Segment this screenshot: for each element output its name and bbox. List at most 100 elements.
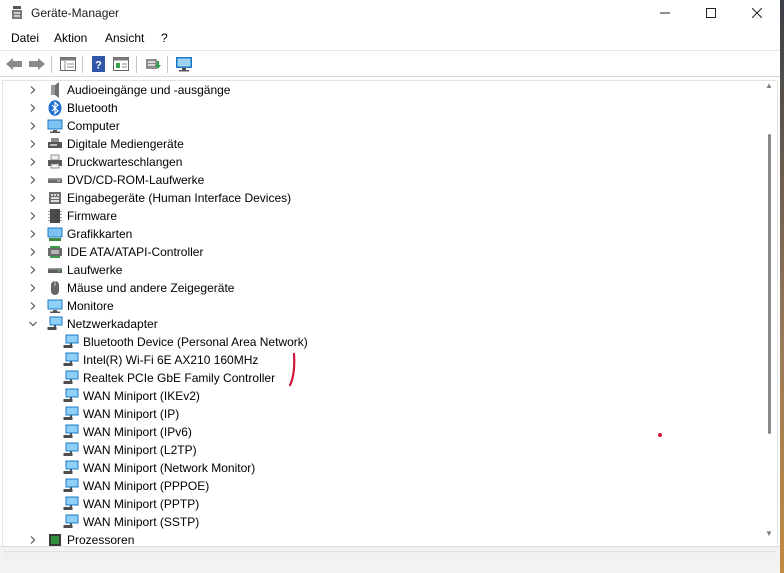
properties-view-icon <box>60 57 76 71</box>
chevron-right-icon[interactable] <box>27 243 39 261</box>
toolbar-separator <box>167 56 168 73</box>
tree-device-intel-r-wi-fi-6e-ax210-160mhz[interactable]: Intel(R) Wi-Fi 6E AX210 160MHz <box>46 351 258 369</box>
tree-category-audioeingänge-und-ausgänge[interactable]: Audioeingänge und -ausgänge <box>27 81 230 99</box>
tree-category-digitale-mediengeräte[interactable]: Digitale Mediengeräte <box>27 135 184 153</box>
tree-category-laufwerke[interactable]: Laufwerke <box>27 261 122 279</box>
tree-item-label: WAN Miniport (L2TP) <box>83 443 197 457</box>
tree-category-dvd-cd-rom-laufwerke[interactable]: DVD/CD-ROM-Laufwerke <box>27 171 204 189</box>
tree-category-eingabegeräte-human-interface-devices[interactable]: Eingabegeräte (Human Interface Devices) <box>27 189 291 207</box>
tree-category-ide-ata-atapi-controller[interactable]: IDE ATA/ATAPI-Controller <box>27 243 203 261</box>
tree-device-wan-miniport-network-monitor[interactable]: WAN Miniport (Network Monitor) <box>46 459 255 477</box>
close-button[interactable] <box>734 0 780 26</box>
chevron-right-icon[interactable] <box>27 135 39 153</box>
tree-device-wan-miniport-sstp[interactable]: WAN Miniport (SSTP) <box>46 513 199 531</box>
update-driver-icon <box>146 59 161 69</box>
chevron-right-icon[interactable] <box>27 225 39 243</box>
menu-datei[interactable]: Datei <box>11 31 39 45</box>
forward-button[interactable] <box>27 54 47 74</box>
network-adapter-icon <box>63 334 79 350</box>
chevron-right-icon[interactable] <box>27 81 39 99</box>
tree-device-wan-miniport-ipv6[interactable]: WAN Miniport (IPv6) <box>46 423 192 441</box>
device-tree[interactable]: Audioeingänge und -ausgänge Bluetooth Comp… <box>0 78 780 546</box>
tree-item-label: Mäuse und andere Zeigegeräte <box>67 281 235 295</box>
minimize-button[interactable] <box>642 0 688 26</box>
minimize-icon <box>660 12 670 14</box>
tree-item-label: Bluetooth Device (Personal Area Network) <box>83 335 308 349</box>
network-adapter-icon <box>47 316 63 332</box>
tree-item-label: Intel(R) Wi-Fi 6E AX210 160MHz <box>83 353 259 367</box>
menu-ansicht[interactable]: Ansicht <box>105 31 144 45</box>
menu-bar: Datei Aktion Ansicht ? <box>0 28 780 48</box>
forward-arrow-icon <box>29 58 45 70</box>
display-adapter-icon <box>47 226 63 242</box>
tree-device-realtek-pcie-gbe-family-controller[interactable]: Realtek PCIe GbE Family Controller <box>46 369 275 387</box>
tree-device-wan-miniport-l2tp[interactable]: WAN Miniport (L2TP) <box>46 441 197 459</box>
back-button[interactable] <box>4 54 24 74</box>
title-bar[interactable]: Geräte-Manager <box>0 0 780 26</box>
details-view-button[interactable] <box>111 54 131 74</box>
chevron-right-icon[interactable] <box>27 189 39 207</box>
tree-category-computer[interactable]: Computer <box>27 117 120 135</box>
mouse-icon <box>47 280 63 296</box>
chevron-right-icon[interactable] <box>27 531 39 546</box>
network-adapter-icon <box>63 496 79 512</box>
tree-item-label: Bluetooth <box>67 101 118 115</box>
tree-item-label: WAN Miniport (PPTP) <box>83 497 200 511</box>
horizontal-scrollbar[interactable] <box>3 551 775 561</box>
menu-aktion[interactable]: Aktion <box>54 31 87 45</box>
chevron-right-icon[interactable] <box>27 207 39 225</box>
tree-device-wan-miniport-pptp[interactable]: WAN Miniport (PPTP) <box>46 495 199 513</box>
update-driver-button[interactable] <box>143 54 163 74</box>
tree-category-mäuse-und-andere-zeigegeräte[interactable]: Mäuse und andere Zeigegeräte <box>27 279 234 297</box>
chevron-right-icon[interactable] <box>27 297 39 315</box>
tree-item-label: Laufwerke <box>67 263 123 277</box>
disk-drive-icon <box>47 262 63 278</box>
scroll-up-icon[interactable]: ▲ <box>765 82 773 90</box>
tree-category-grafikkarten[interactable]: Grafikkarten <box>27 225 132 243</box>
tree-category-druckwarteschlangen[interactable]: Druckwarteschlangen <box>27 153 182 171</box>
tree-device-wan-miniport-pppoe[interactable]: WAN Miniport (PPPOE) <box>46 477 209 495</box>
desktop-background-edge <box>780 0 784 573</box>
tree-device-wan-miniport-ikev2[interactable]: WAN Miniport (IKEv2) <box>46 387 200 405</box>
tree-device-bluetooth-device-personal-area-network[interactable]: Bluetooth Device (Personal Area Network) <box>46 333 308 351</box>
scrollbar-thumb[interactable] <box>768 134 771 434</box>
tree-category-monitore[interactable]: Monitore <box>27 297 114 315</box>
tree-item-label: Firmware <box>67 209 117 223</box>
tree-device-wan-miniport-ip[interactable]: WAN Miniport (IP) <box>46 405 179 423</box>
ide-controller-icon <box>47 244 63 260</box>
maximize-button[interactable] <box>688 0 734 26</box>
tree-item-label: DVD/CD-ROM-Laufwerke <box>67 173 205 187</box>
scan-hardware-button[interactable] <box>174 54 194 74</box>
red-annotation-dot <box>658 433 662 437</box>
tree-item-label: WAN Miniport (IP) <box>83 407 180 421</box>
maximize-icon <box>706 8 716 18</box>
help-button[interactable]: ? <box>89 54 109 74</box>
tree-item-label: Computer <box>67 119 120 133</box>
tree-item-label: Realtek PCIe GbE Family Controller <box>83 371 276 385</box>
tree-item-label: WAN Miniport (IKEv2) <box>83 389 200 403</box>
close-icon <box>752 8 762 18</box>
monitor-scan-icon <box>176 57 192 72</box>
svg-text:?: ? <box>95 60 102 72</box>
chevron-right-icon[interactable] <box>27 117 39 135</box>
tree-category-prozessoren[interactable]: Prozessoren <box>27 531 134 546</box>
status-bar <box>0 546 780 573</box>
tree-category-netzwerkadapter[interactable]: Netzwerkadapter <box>27 315 158 333</box>
tree-item-label: Audioeingänge und -ausgänge <box>67 83 231 97</box>
tree-item-label: Eingabegeräte (Human Interface Devices) <box>67 191 292 205</box>
chevron-right-icon[interactable] <box>27 99 39 117</box>
chevron-right-icon[interactable] <box>27 279 39 297</box>
tree-category-firmware[interactable]: Firmware <box>27 207 117 225</box>
scroll-down-icon[interactable]: ▼ <box>765 530 773 538</box>
chevron-right-icon[interactable] <box>27 153 39 171</box>
chevron-right-icon[interactable] <box>27 171 39 189</box>
vertical-scrollbar[interactable]: ▲ ▼ <box>762 78 776 546</box>
device-manager-app-icon <box>10 5 24 21</box>
properties-view-button[interactable] <box>58 54 78 74</box>
chevron-down-icon[interactable] <box>27 315 39 333</box>
network-adapter-icon <box>63 424 79 440</box>
computer-icon <box>47 118 63 134</box>
menu-help[interactable]: ? <box>161 31 168 45</box>
chevron-right-icon[interactable] <box>27 261 39 279</box>
tree-category-bluetooth[interactable]: Bluetooth <box>27 99 118 117</box>
